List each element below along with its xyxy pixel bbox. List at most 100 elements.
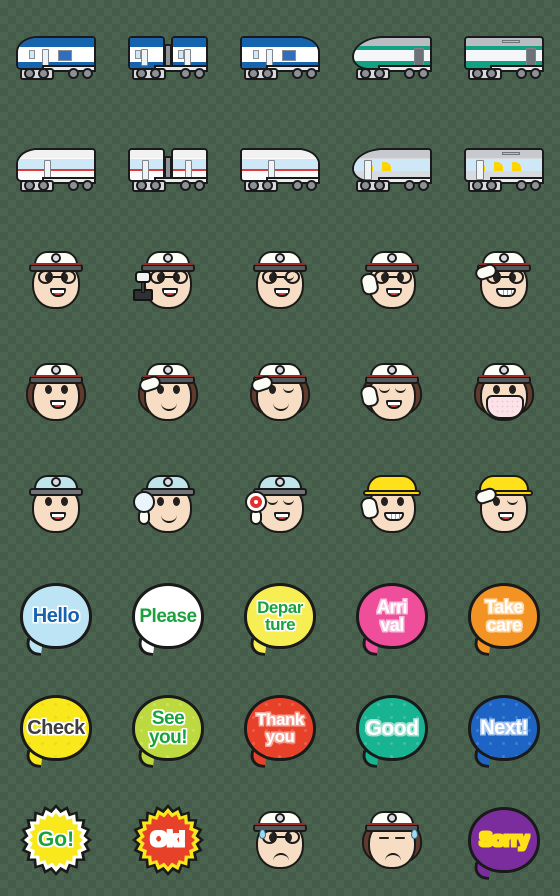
train-silver-subway-car[interactable] bbox=[448, 112, 560, 224]
eye bbox=[173, 385, 180, 394]
badge-go[interactable]: Go! bbox=[0, 784, 112, 896]
bubble-thank-you-art: Thank you bbox=[234, 682, 326, 774]
train-door bbox=[475, 160, 484, 180]
train-color-band bbox=[130, 38, 163, 47]
train-window-grid bbox=[282, 50, 296, 61]
conductor-female-winking[interactable] bbox=[224, 336, 336, 448]
bubble-hello[interactable]: Hello bbox=[0, 560, 112, 672]
train-roof bbox=[242, 150, 318, 158]
train-wheel bbox=[150, 180, 161, 191]
conductor-male-sad[interactable] bbox=[224, 784, 336, 896]
bubble-next[interactable]: Next! bbox=[448, 672, 560, 784]
train-door bbox=[266, 49, 273, 66]
train-silver-subway-front[interactable] bbox=[336, 112, 448, 224]
bubble-label-line: Hello bbox=[32, 605, 80, 627]
conductor-male-winking-art bbox=[234, 234, 326, 326]
bubble-label-line: Please bbox=[139, 605, 197, 627]
bubble-thank-you[interactable]: Thank you bbox=[224, 672, 336, 784]
train-wheel bbox=[472, 180, 483, 191]
worker-helmet-pointing[interactable] bbox=[336, 448, 448, 560]
bubble-hello-art: Hello bbox=[10, 570, 102, 662]
bubble-check[interactable]: Check bbox=[0, 672, 112, 784]
bubble-good[interactable]: Good bbox=[336, 672, 448, 784]
speech-bubble-shape: Depar ture bbox=[244, 583, 316, 649]
train-wheel bbox=[68, 68, 79, 79]
bubble-label-line: Thank bbox=[256, 710, 304, 729]
bubble-see-you[interactable]: See you! bbox=[112, 672, 224, 784]
bubble-label: Depar ture bbox=[257, 599, 303, 633]
conductor-male-pointing[interactable] bbox=[336, 224, 448, 336]
conductor-male-smiling[interactable] bbox=[0, 224, 112, 336]
train-wheel bbox=[292, 68, 303, 79]
bubble-label-line: Check bbox=[27, 717, 85, 739]
bubble-label: See you! bbox=[149, 709, 188, 747]
train-wheel bbox=[136, 180, 147, 191]
bubble-take-care[interactable]: Take care bbox=[448, 560, 560, 672]
bubble-arrival[interactable]: Arri val bbox=[336, 560, 448, 672]
conductor-male-driving[interactable] bbox=[112, 224, 224, 336]
bubble-label-line: you bbox=[265, 727, 295, 746]
train-door bbox=[363, 160, 372, 180]
badge-ok[interactable]: Ok! bbox=[112, 784, 224, 896]
bubble-sorry-art: Sorry bbox=[458, 794, 550, 886]
conductor-male-saluting[interactable] bbox=[448, 224, 560, 336]
train-white-red-front-left[interactable] bbox=[0, 112, 112, 224]
mouth bbox=[385, 853, 401, 863]
bubble-label: Please bbox=[139, 605, 197, 627]
train-wheel bbox=[404, 180, 415, 191]
staff-bluecap-smiling-art bbox=[10, 458, 102, 550]
train-white-red-coupled[interactable] bbox=[112, 112, 224, 224]
train-color-band bbox=[18, 38, 94, 47]
train-roof-vent bbox=[502, 152, 520, 155]
train-window bbox=[29, 50, 36, 59]
control-lever-icon bbox=[133, 271, 155, 301]
badge-go-art: Go! bbox=[10, 794, 102, 886]
mouth bbox=[496, 288, 516, 297]
train-blue-front-right[interactable] bbox=[224, 0, 336, 112]
conductor-female-saluting[interactable] bbox=[112, 336, 224, 448]
conductor-female-pointing[interactable] bbox=[336, 336, 448, 448]
train-red-stripe bbox=[18, 169, 94, 171]
conductor-male-winking[interactable] bbox=[224, 224, 336, 336]
bubble-please[interactable]: Please bbox=[112, 560, 224, 672]
train-roof bbox=[173, 150, 206, 158]
conductor-female-smiling[interactable] bbox=[0, 336, 112, 448]
train-wheel bbox=[360, 180, 371, 191]
train-teal-express-front[interactable] bbox=[336, 0, 448, 112]
badge-label: Go! bbox=[37, 828, 75, 851]
train-wheel bbox=[38, 180, 49, 191]
bubble-departure[interactable]: Depar ture bbox=[224, 560, 336, 672]
bubble-departure-art: Depar ture bbox=[234, 570, 326, 662]
staff-bluecap-white-paddle-art bbox=[122, 458, 214, 550]
train-blue-coupled[interactable] bbox=[112, 0, 224, 112]
conductor-male-driving-art bbox=[122, 234, 214, 326]
helmet-icon bbox=[361, 475, 423, 497]
train-window-band bbox=[18, 159, 94, 169]
conductor-female-mask-art bbox=[458, 346, 550, 438]
bubble-label: Take care bbox=[485, 598, 523, 634]
staff-bluecap-smiling[interactable] bbox=[0, 448, 112, 560]
signal-paddle-icon bbox=[133, 491, 157, 525]
conductor-female-mask[interactable] bbox=[448, 336, 560, 448]
staff-bluecap-red-paddle[interactable] bbox=[224, 448, 336, 560]
train-wheel bbox=[486, 180, 497, 191]
staff-bluecap-white-paddle[interactable] bbox=[112, 448, 224, 560]
train-blue-front-left[interactable] bbox=[0, 0, 112, 112]
bubble-next-art: Next! bbox=[458, 682, 550, 774]
train-teal-express-car[interactable] bbox=[448, 0, 560, 112]
worker-helmet-saluting[interactable] bbox=[448, 448, 560, 560]
bubble-sorry[interactable]: Sorry bbox=[448, 784, 560, 896]
conductor-female-pointing-art bbox=[346, 346, 438, 438]
bubble-label-line: Sorry bbox=[479, 829, 529, 851]
staff-bluecap-red-paddle-art bbox=[234, 458, 326, 550]
bubble-take-care-art: Take care bbox=[458, 570, 550, 662]
conductor-male-pointing-art bbox=[346, 234, 438, 326]
glasses-icon bbox=[38, 270, 76, 284]
train-window bbox=[253, 50, 260, 59]
train-white-red-front-right[interactable] bbox=[224, 112, 336, 224]
conductor-female-sad[interactable] bbox=[336, 784, 448, 896]
speech-bubble-shape: Check bbox=[20, 695, 92, 761]
conductor-female-saluting-art bbox=[122, 346, 214, 438]
speech-bubble-shape: Good bbox=[356, 695, 428, 761]
bubble-label: Hello bbox=[32, 605, 80, 627]
